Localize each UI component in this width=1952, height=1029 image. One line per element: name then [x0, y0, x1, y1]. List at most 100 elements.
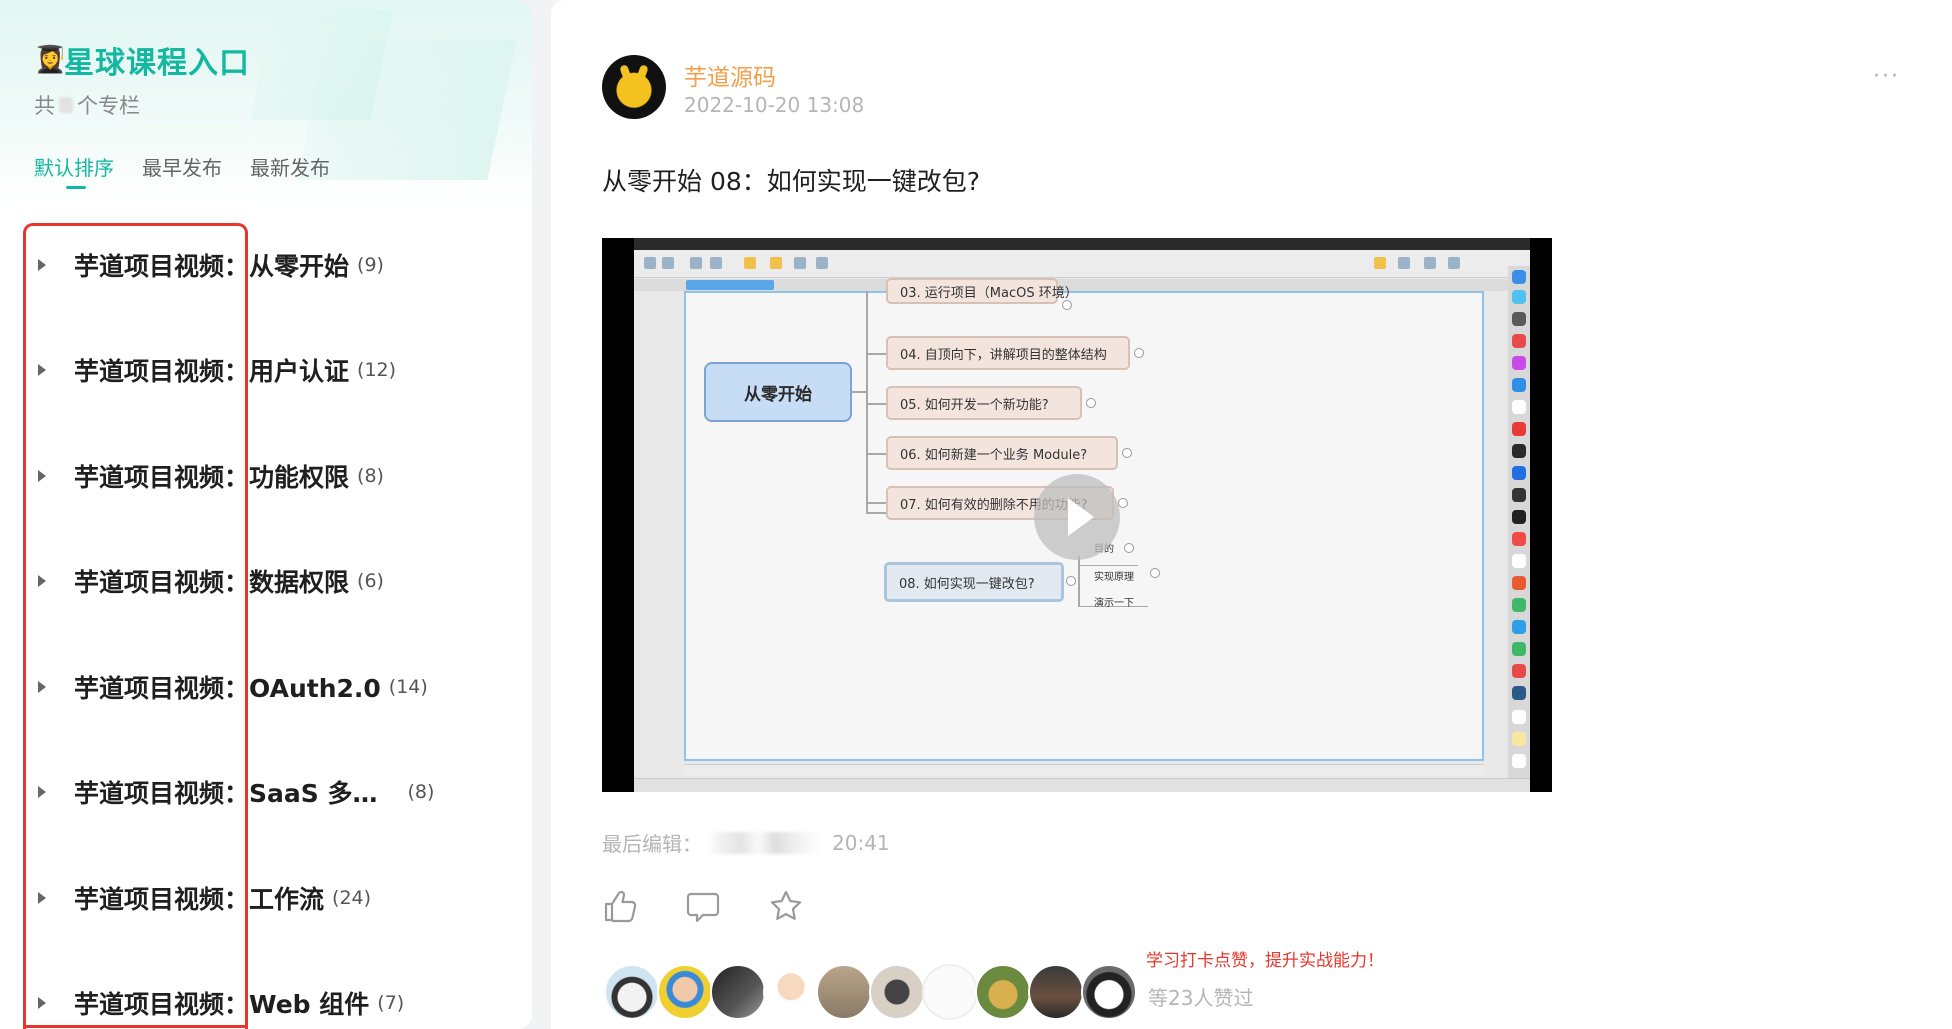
column-item[interactable]: 芋道项目视频：OAuth2.0 (14)	[0, 634, 532, 740]
column-prefix: 芋道项目视频	[74, 462, 225, 492]
motto-text: 学习打卡点赞，提升实战能力！	[1146, 951, 1384, 971]
column-count-badge: (12)	[357, 359, 397, 382]
document-tab	[686, 280, 774, 290]
colon: ：	[224, 779, 250, 809]
column-count-badge: (6)	[357, 570, 384, 593]
caret-right-icon	[38, 891, 46, 904]
toolbar-icon	[1448, 257, 1460, 269]
more-options-button[interactable]: ···	[1873, 64, 1900, 89]
video-player[interactable]: 从零开始 03. 运行项目（MacOS 环境） 04. 自顶向下，讲解项目的整体…	[602, 238, 1552, 792]
play-icon[interactable]	[1034, 474, 1120, 560]
toolbar-icon	[690, 257, 702, 269]
toolbar-icon	[710, 257, 722, 269]
column-count-badge: (24)	[332, 886, 372, 909]
dock-app-icon	[1512, 290, 1526, 304]
caret-right-icon	[38, 364, 46, 377]
toolbar-icon	[1374, 257, 1386, 269]
dock-app-icon	[1512, 444, 1526, 458]
mindmap-connector	[1078, 556, 1080, 606]
favorite-button[interactable]	[768, 888, 808, 928]
comment-button[interactable]	[685, 888, 725, 928]
liker-avatar[interactable]	[763, 964, 819, 1020]
liker-avatar[interactable]	[1028, 964, 1084, 1020]
liker-avatar[interactable]	[869, 964, 925, 1020]
sidebar-title: 星球课程入口	[64, 46, 250, 81]
liker-avatar[interactable]	[604, 964, 660, 1020]
liker-avatar[interactable]	[710, 964, 766, 1020]
mindmap-node: 03. 运行项目（MacOS 环境）	[886, 278, 1078, 304]
column-prefix: 芋道项目视频	[74, 568, 225, 598]
mindmap-expand-dot	[1134, 348, 1144, 358]
column-prefix: 芋道项目视频	[74, 884, 225, 914]
post-time: 2022-10-20 13:08	[684, 93, 865, 117]
column-count: 共 个专栏	[34, 90, 140, 120]
dock-app-icon	[1512, 378, 1526, 392]
column-title: SaaS 多…	[249, 779, 378, 809]
status-bar	[634, 778, 1530, 792]
column-item[interactable]: 芋道项目视频：从零开始 (9)	[0, 212, 532, 318]
author-name[interactable]: 芋道源码	[684, 58, 776, 92]
like-button[interactable]	[602, 888, 642, 928]
comment-icon	[686, 892, 720, 923]
post-actions	[602, 888, 851, 928]
column-count-prefix: 共	[34, 94, 55, 118]
toolbar-icon	[770, 257, 782, 269]
caret-right-icon	[38, 258, 46, 271]
liker-avatar[interactable]	[657, 964, 713, 1020]
colon: ：	[224, 568, 250, 598]
toolbar-icon	[662, 257, 674, 269]
column-item[interactable]: 芋道项目视频：用户认证 (12)	[0, 318, 532, 424]
column-name: 芋道项目视频：SaaS 多…	[74, 774, 378, 810]
column-item[interactable]: 芋道项目视频：功能权限 (8)	[0, 423, 532, 529]
liker-avatar[interactable]	[975, 964, 1031, 1020]
column-item[interactable]: 芋道项目视频：工作流 (24)	[0, 845, 532, 951]
tab-default-sort[interactable]: 默认排序	[34, 152, 114, 189]
dock-app-icon	[1512, 532, 1526, 546]
caret-right-icon	[38, 469, 46, 482]
column-name: 芋道项目视频：从零开始	[74, 247, 349, 283]
column-title: 工作流	[249, 884, 325, 914]
tab-earliest[interactable]: 最早发布	[142, 152, 222, 181]
dock-app-icon	[1512, 686, 1526, 700]
mac-dock	[1508, 266, 1530, 786]
avatar-ear	[619, 64, 633, 84]
dock-app-icon	[1512, 466, 1526, 480]
column-list: 芋道项目视频：从零开始 (9) 芋道项目视频：用户认证 (12) 芋道项目视频：…	[0, 212, 532, 1029]
post-title: 从零开始 08：如何实现一键改包?	[602, 167, 981, 196]
dock-app-icon	[1512, 554, 1526, 568]
dock-app-icon	[1512, 620, 1526, 634]
caret-right-icon	[38, 997, 46, 1010]
toolbar-icon	[1398, 257, 1410, 269]
column-name: 芋道项目视频：用户认证	[74, 352, 349, 388]
liked-count[interactable]: 等23人赞过	[1148, 982, 1253, 1011]
avatar-ear	[635, 64, 649, 84]
liker-avatars	[604, 964, 1137, 1020]
mindmap-node-selected: 08. 如何实现一键改包?	[884, 562, 1064, 602]
dock-app-icon	[1512, 488, 1526, 502]
liker-avatar[interactable]	[1081, 964, 1137, 1020]
toolbar-icon	[1424, 257, 1436, 269]
liker-avatar[interactable]	[816, 964, 872, 1020]
dock-app-icon	[1512, 356, 1526, 370]
column-item[interactable]: 芋道项目视频：Web 组件 (7)	[0, 951, 532, 1029]
dock-app-icon	[1512, 334, 1526, 348]
caret-right-icon	[38, 680, 46, 693]
annotation-highlight-box-bottom	[23, 1025, 248, 1028]
author-avatar[interactable]	[602, 55, 666, 119]
star-icon	[770, 890, 802, 920]
toolbar-icon	[644, 257, 656, 269]
column-count-suffix: 个专栏	[77, 94, 140, 118]
tab-latest[interactable]: 最新发布	[250, 152, 330, 181]
mindmap-node: 05. 如何开发一个新功能?	[886, 386, 1082, 420]
column-item[interactable]: 芋道项目视频：数据权限 (6)	[0, 529, 532, 635]
dock-app-icon	[1512, 710, 1526, 724]
liker-avatar[interactable]	[922, 964, 978, 1020]
mindmap-connector	[852, 391, 866, 393]
dock-app-icon	[1512, 510, 1526, 524]
mindmap-subnode: 实现原理	[1094, 572, 1134, 583]
caret-right-icon	[38, 575, 46, 588]
column-item[interactable]: 芋道项目视频：SaaS 多… (8)	[0, 740, 532, 846]
last-edited-label: 最后编辑：	[602, 832, 702, 856]
column-name: 芋道项目视频：功能权限	[74, 458, 349, 494]
student-emoji-icon: 👩‍🎓	[34, 45, 67, 75]
